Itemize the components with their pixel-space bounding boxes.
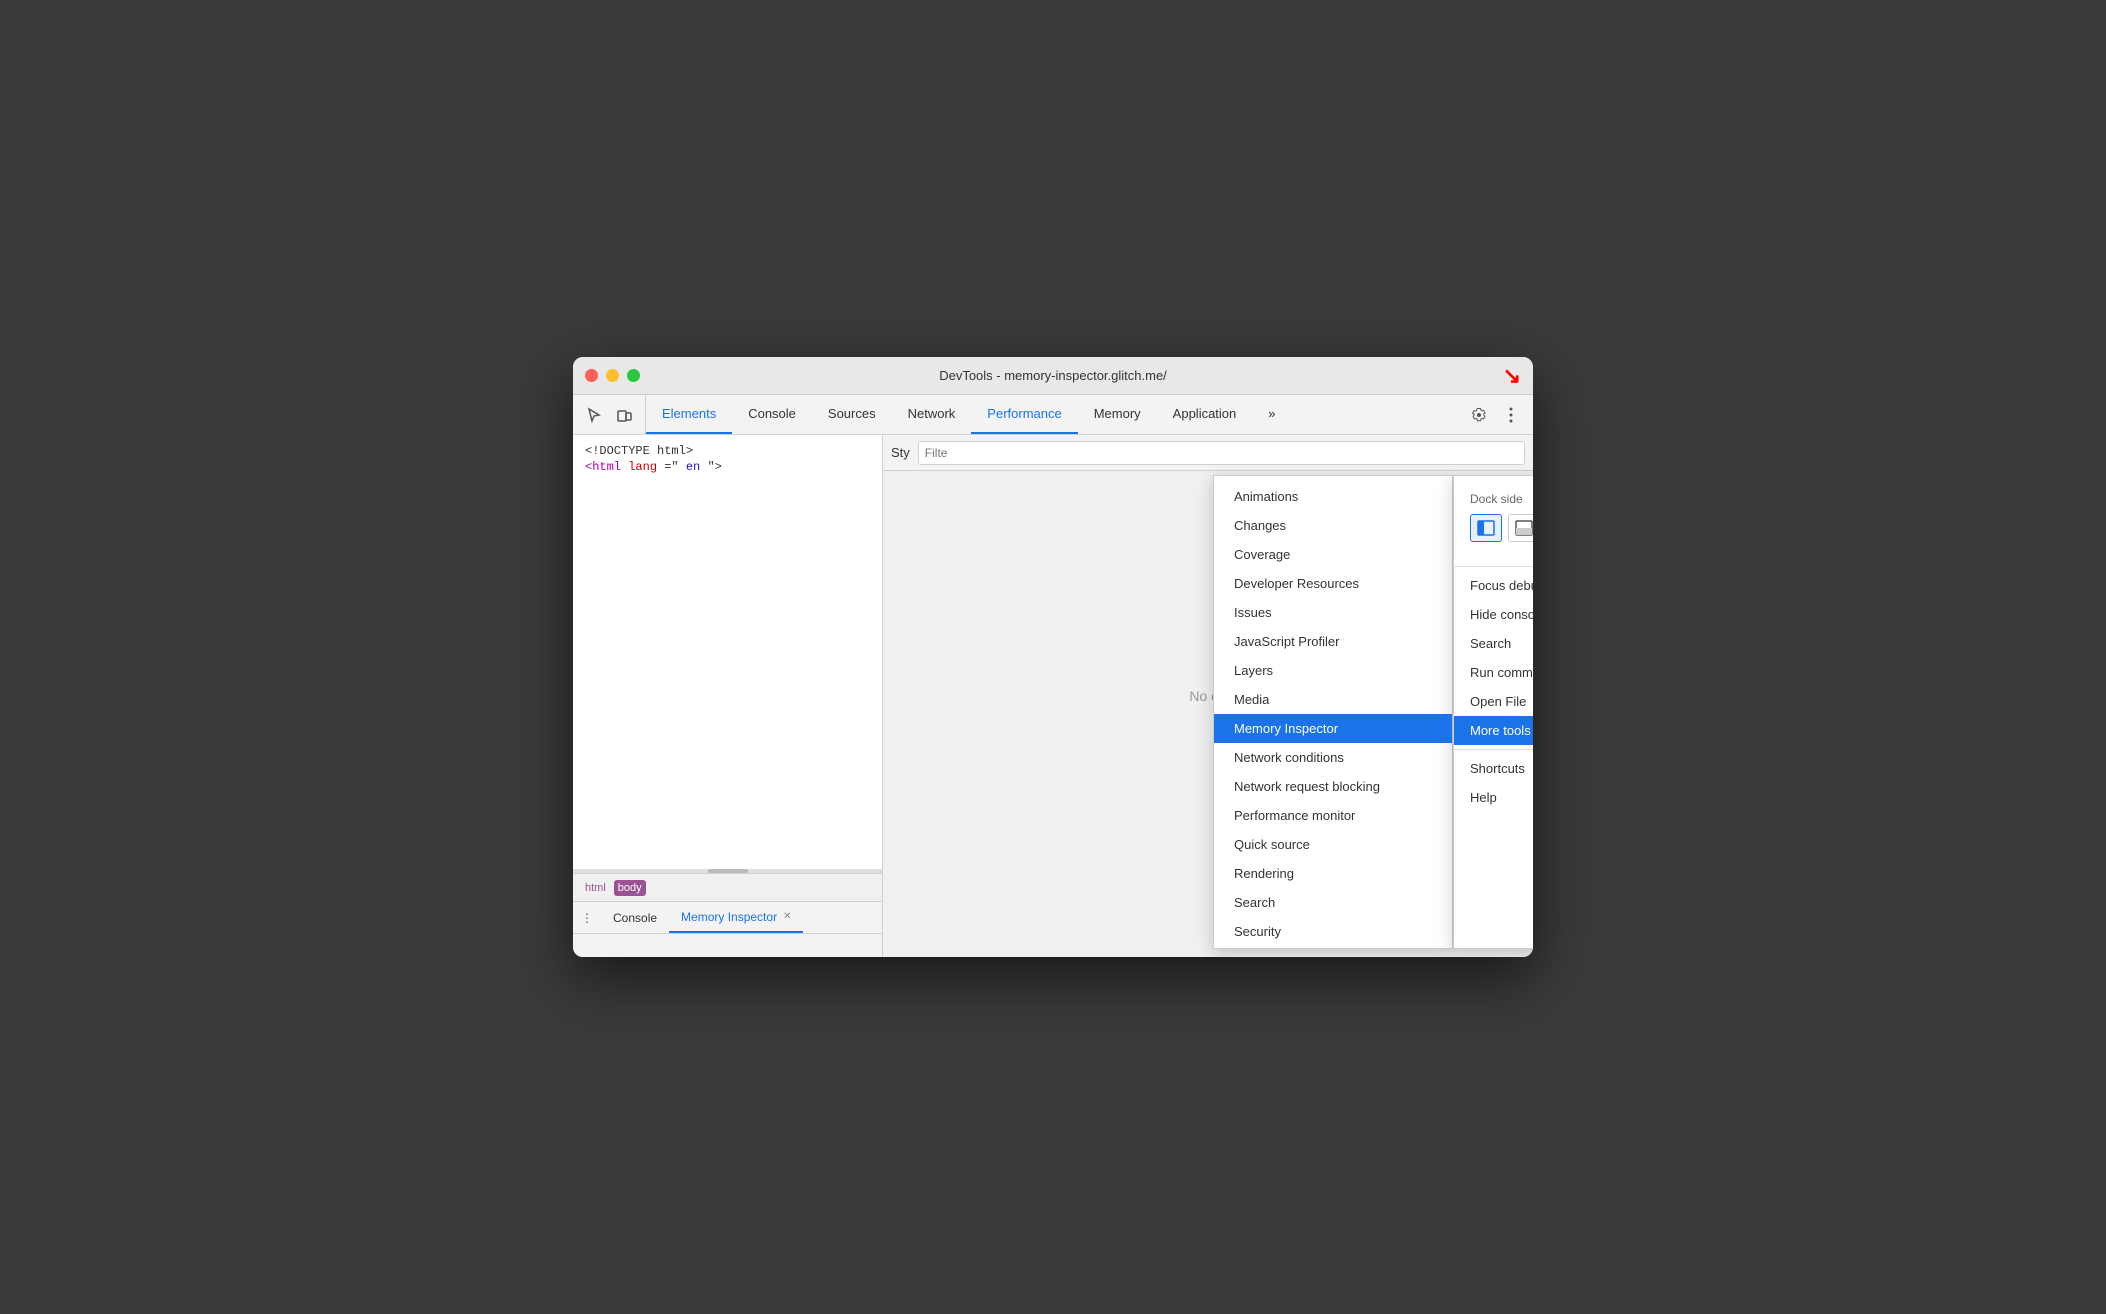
code-area: <!DOCTYPE html> <html lang =" en "> (573, 435, 882, 869)
tab-network[interactable]: Network (892, 395, 972, 434)
breadcrumb: html body (573, 873, 882, 901)
settings-item-focus-debuggee[interactable]: Focus debuggee (1454, 571, 1533, 600)
right-panel: Sty No op Animations Changes (883, 435, 1533, 957)
settings-item-hide-console-drawer[interactable]: Hide console drawer Esc (1454, 600, 1533, 629)
settings-divider-2 (1454, 749, 1533, 750)
tab-console[interactable]: Console (732, 395, 812, 434)
more-tools-menu: Animations Changes Coverage Developer Re… (1213, 475, 1453, 949)
styles-header: Sty (883, 435, 1533, 471)
select-element-icon[interactable] (581, 402, 607, 428)
menu-item-changes[interactable]: Changes (1214, 511, 1452, 540)
dock-side-section: Dock side (1454, 484, 1533, 562)
maximize-button[interactable] (627, 369, 640, 382)
settings-item-search[interactable]: Search ⌘⌥F (1454, 629, 1533, 658)
menu-item-coverage[interactable]: Coverage (1214, 540, 1452, 569)
menu-item-search[interactable]: Search (1214, 888, 1452, 917)
dock-icon-left[interactable] (1470, 514, 1502, 542)
menu-item-rendering[interactable]: Rendering (1214, 859, 1452, 888)
tab-application[interactable]: Application (1157, 395, 1253, 434)
tab-elements[interactable]: Elements (646, 395, 732, 434)
code-line-2: <html lang =" en "> (573, 459, 882, 475)
settings-item-run-command[interactable]: Run command ⌘⇧P (1454, 658, 1533, 687)
more-tools-dropdown: Animations Changes Coverage Developer Re… (1213, 475, 1533, 949)
devtools-window: DevTools - memory-inspector.glitch.me/ ↘… (573, 357, 1533, 957)
devtools-toolbar: Elements Console Sources Network Perform… (573, 395, 1533, 435)
drawer-tab-memory-inspector[interactable]: Memory Inspector ✕ (669, 902, 803, 933)
dock-side-label: Dock side (1470, 492, 1533, 506)
minimize-button[interactable] (606, 369, 619, 382)
menu-item-memory-inspector[interactable]: Memory Inspector (1214, 714, 1452, 743)
dock-icons (1470, 514, 1533, 542)
main-area: <!DOCTYPE html> <html lang =" en "> html… (573, 435, 1533, 957)
settings-icon[interactable] (1465, 401, 1493, 429)
device-toolbar-icon[interactable] (611, 402, 637, 428)
menu-item-animations[interactable]: Animations (1214, 482, 1452, 511)
drawer-menu-icon[interactable]: ⋮ (573, 902, 601, 933)
close-button[interactable] (585, 369, 598, 382)
settings-divider-1 (1454, 566, 1533, 567)
settings-item-shortcuts[interactable]: Shortcuts (1454, 754, 1533, 783)
tab-sources[interactable]: Sources (812, 395, 892, 434)
title-bar: DevTools - memory-inspector.glitch.me/ ↘ (573, 357, 1533, 395)
styles-label: Sty (891, 445, 910, 460)
settings-item-open-file[interactable]: Open File ⌘P (1454, 687, 1533, 716)
menu-item-issues[interactable]: Issues (1214, 598, 1452, 627)
menu-item-media[interactable]: Media (1214, 685, 1452, 714)
left-panel: <!DOCTYPE html> <html lang =" en "> html… (573, 435, 883, 957)
menu-item-layers[interactable]: Layers (1214, 656, 1452, 685)
menu-item-network-conditions[interactable]: Network conditions (1214, 743, 1452, 772)
traffic-lights (585, 369, 640, 382)
settings-menu: Dock side (1453, 475, 1533, 949)
red-arrow-icon: ↘ (1503, 363, 1521, 389)
menu-item-developer-resources[interactable]: Developer Resources (1214, 569, 1452, 598)
code-line-1: <!DOCTYPE html> (573, 443, 882, 459)
settings-item-more-tools[interactable]: More tools ▶ (1454, 716, 1533, 745)
more-options-icon[interactable] (1497, 401, 1525, 429)
menu-item-quick-source[interactable]: Quick source (1214, 830, 1452, 859)
toolbar-right (1457, 395, 1533, 434)
title-bar-actions: ↘ (1503, 363, 1521, 389)
drawer-tab-close-icon[interactable]: ✕ (783, 911, 791, 922)
breadcrumb-body[interactable]: body (614, 880, 646, 896)
drawer-tabs: ⋮ Console Memory Inspector ✕ (573, 902, 882, 934)
drawer-tab-console[interactable]: Console (601, 902, 669, 933)
menu-item-performance-monitor[interactable]: Performance monitor (1214, 801, 1452, 830)
menu-item-network-request-blocking[interactable]: Network request blocking (1214, 772, 1452, 801)
dock-icon-bottom[interactable] (1508, 514, 1533, 542)
breadcrumb-html[interactable]: html (581, 880, 610, 896)
toolbar-icons (573, 395, 646, 434)
filter-input[interactable] (918, 441, 1525, 465)
toolbar-tabs: Elements Console Sources Network Perform… (646, 395, 1292, 434)
settings-item-help[interactable]: Help ▶ (1454, 783, 1533, 812)
menu-item-security[interactable]: Security (1214, 917, 1452, 942)
tab-performance[interactable]: Performance (971, 395, 1077, 434)
tab-memory[interactable]: Memory (1078, 395, 1157, 434)
menu-item-javascript-profiler[interactable]: JavaScript Profiler (1214, 627, 1452, 656)
bottom-drawer: ⋮ Console Memory Inspector ✕ (573, 901, 882, 957)
window-title: DevTools - memory-inspector.glitch.me/ (939, 368, 1167, 383)
tab-more[interactable]: » (1252, 395, 1291, 434)
